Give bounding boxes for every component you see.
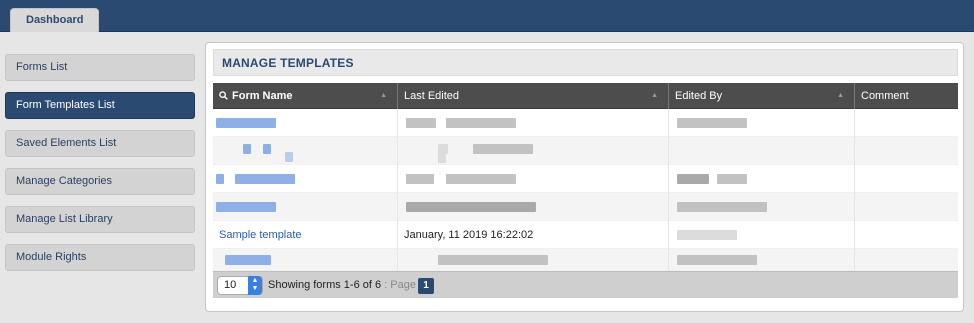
- pagination-info: Showing forms 1-6 of 6 : Page: [268, 272, 416, 299]
- sidebar-item-module-rights[interactable]: Module Rights: [5, 244, 195, 271]
- cell-comment: [855, 109, 958, 137]
- templates-grid: Form Name ▲ Last Edited ▲ Edited By ▲ Co…: [213, 83, 958, 298]
- sidebar-item-manage-list-library[interactable]: Manage List Library: [5, 206, 195, 233]
- cell-form-name-link[interactable]: Sample template: [213, 221, 398, 249]
- table-row[interactable]: [213, 109, 958, 137]
- redacted-text: [243, 144, 251, 154]
- sidebar-item-saved-elements-list[interactable]: Saved Elements List: [5, 130, 195, 157]
- cell-comment: [855, 249, 958, 271]
- sidebar-item-manage-categories[interactable]: Manage Categories: [5, 168, 195, 195]
- cell-last-edited: [398, 193, 669, 221]
- cell-form-name[interactable]: [213, 249, 398, 271]
- redacted-text: [446, 118, 516, 128]
- cell-comment: [855, 137, 958, 165]
- cell-form-name[interactable]: [213, 109, 398, 137]
- tab-dashboard[interactable]: Dashboard: [10, 8, 100, 32]
- redacted-text: [438, 153, 446, 163]
- cell-last-edited: [398, 137, 669, 165]
- redacted-text: [473, 144, 533, 154]
- sidebar-item-forms-list[interactable]: Forms List: [5, 54, 195, 81]
- column-header-edited-by[interactable]: Edited By ▲: [669, 83, 855, 109]
- sort-arrow-icon[interactable]: ▲: [380, 83, 387, 109]
- redacted-text: [225, 255, 271, 265]
- column-header-form-name[interactable]: Form Name ▲: [213, 83, 398, 109]
- cell-last-edited: [398, 249, 669, 271]
- table-row[interactable]: Sample template January, 11 2019 16:22:0…: [213, 221, 958, 249]
- magnifier-icon: [219, 90, 228, 100]
- column-label-edited-by: Edited By: [675, 90, 723, 102]
- redacted-text: [216, 202, 276, 212]
- redacted-text: [677, 230, 737, 240]
- cell-edited-by: [669, 137, 855, 165]
- page-button-current[interactable]: 1: [418, 278, 434, 294]
- table-row[interactable]: [213, 165, 958, 193]
- column-label-form-name: Form Name: [232, 90, 293, 102]
- redacted-text: [406, 174, 434, 184]
- table-row[interactable]: [213, 249, 958, 271]
- redacted-text: [677, 255, 757, 265]
- cell-edited-by: [669, 249, 855, 271]
- column-header-last-edited[interactable]: Last Edited ▲: [398, 83, 669, 109]
- cell-last-edited: [398, 109, 669, 137]
- panel-title: MANAGE TEMPLATES: [213, 49, 958, 76]
- table-row[interactable]: [213, 137, 958, 165]
- cell-last-edited: [398, 165, 669, 193]
- page-label: : Page: [384, 279, 416, 291]
- showing-text: Showing forms 1-6 of 6: [268, 279, 382, 291]
- cell-edited-by: [669, 165, 855, 193]
- redacted-text: [235, 174, 295, 184]
- redacted-text: [406, 118, 436, 128]
- cell-last-edited: January, 11 2019 16:22:02: [398, 221, 669, 249]
- redacted-text: [438, 255, 548, 265]
- redacted-text: [677, 118, 747, 128]
- cell-edited-by: [669, 109, 855, 137]
- table-row[interactable]: [213, 193, 958, 221]
- grid-footer: 10 ▲ ▼ Showing forms 1-6 of 6 : Page 1: [213, 271, 958, 298]
- redacted-text: [677, 202, 767, 212]
- sort-arrow-icon[interactable]: ▲: [651, 83, 658, 109]
- page-size-value: 10: [224, 279, 237, 291]
- redacted-text: [446, 174, 516, 184]
- cell-form-name[interactable]: [213, 193, 398, 221]
- redacted-text: [216, 174, 224, 184]
- cell-form-name[interactable]: [213, 137, 398, 165]
- column-label-comment: Comment: [861, 90, 909, 102]
- redacted-text: [216, 118, 276, 128]
- redacted-text: [263, 144, 271, 154]
- cell-comment: [855, 193, 958, 221]
- redacted-text: [717, 174, 747, 184]
- sidebar-item-form-templates-list[interactable]: Form Templates List: [5, 92, 195, 119]
- redacted-text: [285, 152, 293, 162]
- cell-form-name[interactable]: [213, 165, 398, 193]
- cell-comment: [855, 165, 958, 193]
- redacted-text: [677, 174, 709, 184]
- page-size-select[interactable]: 10 ▲ ▼: [217, 276, 263, 295]
- grid-header: Form Name ▲ Last Edited ▲ Edited By ▲ Co…: [213, 83, 958, 109]
- top-bar: Dashboard: [0, 0, 974, 32]
- cell-comment: [855, 221, 958, 249]
- manage-templates-panel: MANAGE TEMPLATES Form Name ▲ Last Edited…: [205, 42, 964, 312]
- sort-arrow-icon[interactable]: ▲: [837, 83, 844, 109]
- column-header-comment[interactable]: Comment: [855, 83, 958, 109]
- redacted-text: [406, 202, 536, 212]
- cell-edited-by: [669, 193, 855, 221]
- column-label-last-edited: Last Edited: [404, 90, 460, 102]
- cell-edited-by: [669, 221, 855, 249]
- updown-arrows-icon[interactable]: ▲ ▼: [248, 276, 262, 295]
